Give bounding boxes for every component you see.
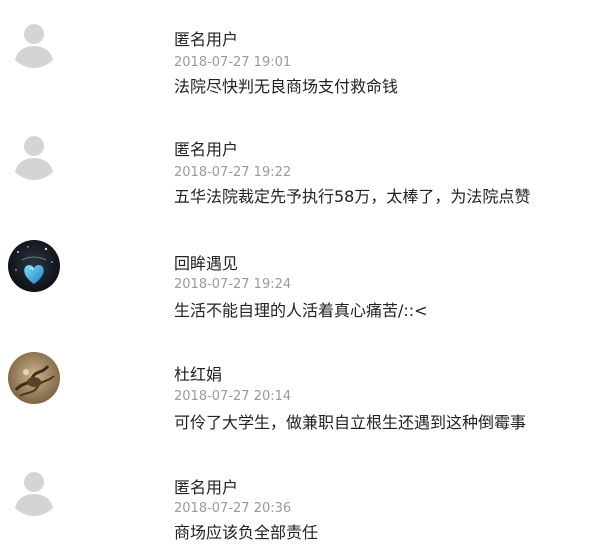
comment-text: 商场应该负全部责任 (174, 523, 319, 542)
comment-username[interactable]: 匿名用户 (174, 30, 238, 50)
comment-username[interactable]: 匿名用户 (174, 478, 238, 498)
default-user-icon[interactable] (8, 128, 60, 180)
comment-text: 可伶了大学生，做兼职自立根生还遇到这种倒霉事 (174, 413, 527, 432)
comment-item: 匿名用户 2018-07-27 19:01 法院尽快判无良商场支付救命钱 (0, 0, 600, 112)
comment-username[interactable]: 杜红娟 (174, 365, 222, 385)
default-user-icon[interactable] (8, 464, 60, 516)
blue-heart-photo-avatar[interactable] (8, 240, 60, 292)
comment-timestamp: 2018-07-27 19:22 (174, 165, 292, 180)
comment-timestamp: 2018-07-27 20:36 (174, 501, 292, 516)
comment-text: 生活不能自理的人活着真心痛苦/::< (174, 301, 428, 320)
comment-username[interactable]: 回眸遇见 (174, 254, 238, 274)
comment-item: 回眸遇见 2018-07-27 19:24 生活不能自理的人活着真心痛苦/::< (0, 224, 600, 336)
comment-timestamp: 2018-07-27 20:14 (174, 389, 292, 404)
comment-item: 匿名用户 2018-07-27 19:22 五华法院裁定先予执行58万，太棒了，… (0, 112, 600, 224)
comment-list: 匿名用户 2018-07-27 19:01 法院尽快判无良商场支付救命钱 匿名用… (0, 0, 600, 548)
sepia-photo-avatar[interactable] (8, 352, 60, 404)
default-user-icon[interactable] (8, 16, 60, 68)
comment-item: 匿名用户 2018-07-27 20:36 商场应该负全部责任 (0, 448, 600, 560)
comment-timestamp: 2018-07-27 19:01 (174, 55, 292, 70)
comment-username[interactable]: 匿名用户 (174, 140, 238, 160)
comment-item: 杜红娟 2018-07-27 20:14 可伶了大学生，做兼职自立根生还遇到这种… (0, 336, 600, 448)
comment-timestamp: 2018-07-27 19:24 (174, 277, 292, 292)
comment-text: 五华法院裁定先予执行58万，太棒了，为法院点赞 (174, 187, 531, 206)
comment-text: 法院尽快判无良商场支付救命钱 (174, 77, 399, 96)
